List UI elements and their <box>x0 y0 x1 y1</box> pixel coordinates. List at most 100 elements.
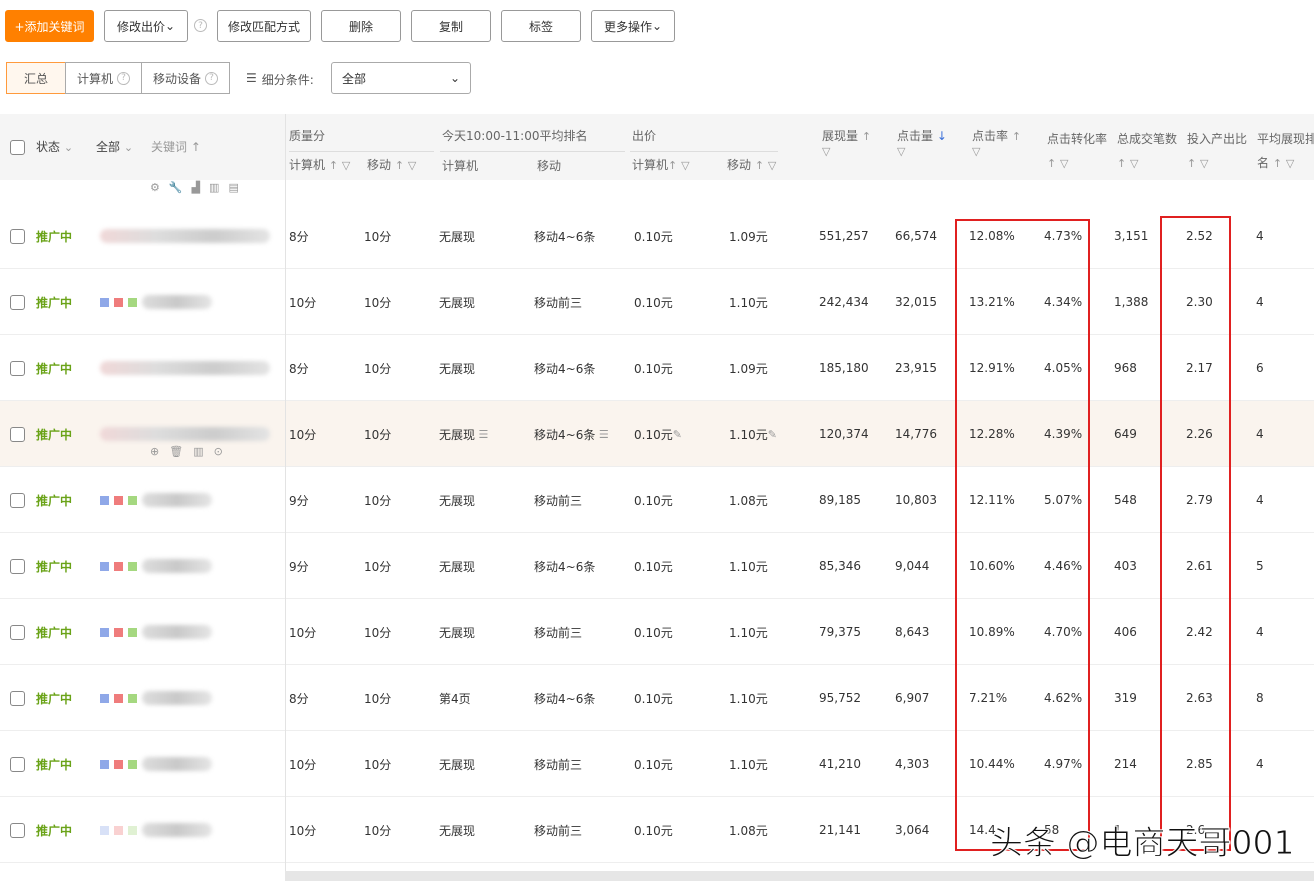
cell-rank-m: 移动前三 <box>534 467 582 533</box>
wrench-icon[interactable]: 🔧 <box>169 181 192 194</box>
trash-icon[interactable]: 🗑 <box>169 445 193 458</box>
table-row[interactable]: 推广中 10分 10分 无展现 ☰ 移动4~6条 ☰ 0.10元 ✎ 1.10元 ✎ 120,3… <box>0 401 1314 467</box>
keyword-cell[interactable] <box>100 665 212 731</box>
detail-list-icon[interactable]: ☰ <box>475 428 489 441</box>
bid-pc-header[interactable]: 计算机↑ ▽ <box>632 156 690 173</box>
qs-pc-header[interactable]: 计算机 ↑ ▽ <box>289 156 350 173</box>
status-badge: 推广中 <box>36 691 73 706</box>
keyword-cell[interactable] <box>100 203 270 269</box>
roi-header[interactable]: 投入产出比 ↑ ▽ <box>1187 127 1247 176</box>
row-checkbox[interactable] <box>10 691 25 706</box>
cell-qs-pc: 10分 <box>289 269 316 335</box>
bar-chart-icon[interactable]: ▥ <box>193 445 213 458</box>
delete-button[interactable]: 删除 <box>321 10 401 42</box>
row-actions[interactable]: ⊕🗑▥⊙ <box>150 445 233 458</box>
cell-value: 1.10元 <box>729 625 768 640</box>
more-actions-dropdown[interactable]: 更多操作 ⌄ <box>591 10 675 42</box>
table-row[interactable]: 推广中 10分 10分 无展现 移动前三 0.10元 1.10元 41,210 4,303 10… <box>0 731 1314 797</box>
cell-bid-m: 1.09元 <box>729 203 768 269</box>
sort-up-icon: ↑ <box>1011 130 1022 143</box>
cell-value: 10分 <box>289 427 317 442</box>
filter-icon: ▽ <box>1060 157 1069 170</box>
keyword-cell[interactable] <box>100 269 212 335</box>
tab-pc[interactable]: 计算机? <box>65 62 142 94</box>
cell-bid-pc: 0.10元 <box>634 599 673 665</box>
select-all-checkbox[interactable] <box>10 140 25 155</box>
keyword-cell[interactable] <box>100 335 270 401</box>
edit-pencil-icon[interactable]: ✎ <box>768 428 777 441</box>
help-icon[interactable]: ? <box>194 19 207 32</box>
edit-pencil-icon[interactable]: ✎ <box>673 428 682 441</box>
table-row[interactable]: 推广中 8分 10分 第4页 移动4~6条 0.10元 1.10元 95,752 6,907 7… <box>0 665 1314 731</box>
edit-bid-dropdown[interactable]: 修改出价 ⌄ <box>104 10 188 42</box>
table-row[interactable]: 推广中 8分 10分 无展现 移动4~6条 0.10元 1.09元 551,257 66,57… <box>0 203 1314 269</box>
cell-value: 1.10元 <box>729 295 768 310</box>
cell-rank-pc: 无展现 <box>439 797 475 863</box>
clipboard-icon[interactable]: ▤ <box>228 181 247 194</box>
bid-mobile-header[interactable]: 移动 ↑ ▽ <box>727 156 776 173</box>
row-checkbox[interactable] <box>10 493 25 508</box>
orders-header[interactable]: 总成交笔数 ↑ ▽ <box>1117 127 1177 176</box>
sort-up-icon: ↑ <box>1272 157 1283 170</box>
target-icon[interactable]: ⊕ <box>150 445 169 458</box>
more-icon[interactable]: ⊙ <box>214 445 233 458</box>
table-row[interactable]: 推广中 9分 10分 无展现 移动4~6条 0.10元 1.10元 85,346 9,044 1… <box>0 533 1314 599</box>
keyword-cell[interactable] <box>100 599 212 665</box>
cell-qs-pc: 9分 <box>289 533 309 599</box>
avg-rank-header[interactable]: 平均展现排名 ↑ ▽ <box>1257 127 1314 176</box>
cell-orders: 649 <box>1114 401 1137 467</box>
tag-button[interactable]: 标签 <box>501 10 581 42</box>
keyword-header[interactable]: 关键词 ↑ <box>151 138 201 155</box>
gear-icon[interactable]: ⚙ <box>150 181 169 194</box>
filter-icon: ▽ <box>681 159 690 172</box>
cvr-header[interactable]: 点击转化率 ↑ ▽ <box>1047 127 1107 176</box>
table-row[interactable]: 推广中 8分 10分 无展现 移动4~6条 0.10元 1.09元 185,180 23,91… <box>0 335 1314 401</box>
tab-summary[interactable]: 汇总 <box>6 62 66 94</box>
row-checkbox[interactable] <box>10 295 25 310</box>
edit-match-button[interactable]: 修改匹配方式 <box>217 10 311 42</box>
cell-clicks: 6,907 <box>895 665 929 731</box>
table-row[interactable]: 推广中 10分 10分 无展现 移动前三 0.10元 1.10元 242,434 32,015… <box>0 269 1314 335</box>
cell-impr: 41,210 <box>819 731 861 797</box>
row-checkbox[interactable] <box>10 823 25 838</box>
cell-value: 第4页 <box>439 691 471 706</box>
filter-select[interactable]: 全部 ⌄ <box>331 62 471 94</box>
row-checkbox[interactable] <box>10 427 25 442</box>
ctr-header[interactable]: 点击率 ↑ ▽ <box>972 127 1021 158</box>
table-row[interactable]: 推广中 9分 10分 无展现 移动前三 0.10元 1.08元 89,185 10,803 12… <box>0 467 1314 533</box>
clicks-header[interactable]: 点击量 ↓ ▽ <box>897 127 947 158</box>
cell-value: 10分 <box>289 295 317 310</box>
chart-icon[interactable]: ▟ <box>192 181 209 194</box>
horizontal-scrollbar[interactable] <box>285 871 1314 881</box>
impressions-header[interactable]: 展现量 ↑ ▽ <box>822 127 871 158</box>
qs-mobile-header[interactable]: 移动 ↑ ▽ <box>367 156 416 173</box>
cell-value: 3,151 <box>1114 229 1149 243</box>
add-keyword-button[interactable]: +添加关键词 <box>5 10 94 42</box>
table-row[interactable]: 推广中 10分 10分 无展现 移动前三 0.10元 1.10元 79,375 8,643 10… <box>0 599 1314 665</box>
cell-avg: 4 <box>1256 203 1264 269</box>
row-checkbox[interactable] <box>10 559 25 574</box>
row-checkbox[interactable] <box>10 229 25 244</box>
tab-mobile[interactable]: 移动设备? <box>141 62 230 94</box>
keyword-cell[interactable] <box>100 533 212 599</box>
keyword-cell[interactable] <box>100 467 212 533</box>
row-checkbox[interactable] <box>10 625 25 640</box>
status-filter[interactable]: 状态 ⌄ <box>36 138 73 155</box>
cell-impr: 185,180 <box>819 335 869 401</box>
cell-avg: 4 <box>1256 269 1264 335</box>
edit-bid-label: 修改出价 <box>116 19 165 34</box>
detail-list-icon[interactable]: ☰ <box>595 428 609 441</box>
cell-rank-m: 移动前三 <box>534 599 582 665</box>
column-tools[interactable]: ⚙🔧▟▥▤ <box>150 181 248 194</box>
cell-value: 0.10元 <box>634 493 673 508</box>
row-checkbox[interactable] <box>10 757 25 772</box>
chevron-down-icon: ⌄ <box>449 71 460 85</box>
cell-value: 403 <box>1114 559 1137 573</box>
row-checkbox[interactable] <box>10 361 25 376</box>
cell-bid-pc: 0.10元 <box>634 269 673 335</box>
keyword-cell[interactable] <box>100 731 212 797</box>
keyword-cell[interactable] <box>100 797 212 863</box>
bar-chart-icon[interactable]: ▥ <box>209 181 228 194</box>
copy-button[interactable]: 复制 <box>411 10 491 42</box>
all-filter[interactable]: 全部 ⌄ <box>96 138 133 155</box>
